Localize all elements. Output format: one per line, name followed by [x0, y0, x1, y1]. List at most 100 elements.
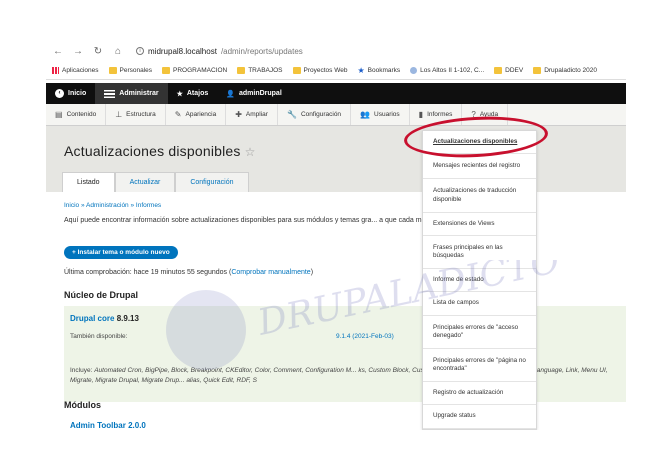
shortcut-star-icon[interactable]: ☆	[245, 145, 256, 159]
folder-icon	[533, 67, 542, 74]
tray-item-apariencia[interactable]: ✎ Apariencia	[166, 104, 227, 125]
appearance-icon: ✎	[174, 110, 182, 119]
toolbar-shortcuts[interactable]: ★ Atajos	[168, 83, 218, 104]
forward-icon[interactable]: →	[72, 46, 84, 57]
menu-icon	[104, 89, 116, 98]
wrench-icon: 🔧	[286, 110, 297, 119]
toolbar-manage-label: Administrar	[119, 90, 159, 97]
menu-item-top-searches[interactable]: Frases principales en las búsquedas	[423, 236, 536, 270]
url-field[interactable]: i midrupal8.localhost/admin/reports/upda…	[136, 47, 303, 56]
bookmark-programacion[interactable]: PROGRAMACION	[162, 67, 227, 74]
tray-item-usuarios[interactable]: 👥 Usuarios	[351, 104, 410, 125]
last-check: Última comprobación: hace 19 minutos 55 …	[64, 269, 313, 276]
also-available-label: También disponible:	[70, 333, 128, 340]
toolbar-manage[interactable]: Administrar	[95, 83, 168, 104]
menu-item-field-list[interactable]: Lista de campos	[423, 292, 536, 316]
bookmark-personales[interactable]: Personales	[108, 67, 152, 74]
folder-icon	[108, 67, 117, 74]
globe-icon	[410, 67, 418, 74]
toolbar-shortcuts-label: Atajos	[186, 90, 209, 97]
admin-tray: ▤ Contenido ⊥ Estructura ✎ Apariencia ✚ Ampl…	[46, 104, 626, 126]
tray-item-ampliar[interactable]: ✚ Ampliar	[226, 104, 278, 125]
back-to-site-icon: ‹	[55, 89, 64, 98]
reports-dropdown: Actualizaciones disponibles Mensajes rec…	[422, 130, 537, 430]
tray-item-configuracion[interactable]: 🔧 Configuración	[278, 104, 352, 125]
includes-label: Incluye:	[70, 367, 93, 374]
extend-icon: ✚	[235, 110, 242, 119]
last-check-text: Última comprobación: hace 19 minutos 55 …	[64, 269, 232, 276]
install-button[interactable]: + Instalar tema o módulo nuevo	[64, 246, 178, 259]
toolbar-home[interactable]: ‹ Inicio	[46, 83, 95, 104]
toolbar-user-label: adminDrupal	[238, 90, 282, 97]
tray-item-contenido[interactable]: ▤ Contenido	[46, 104, 107, 125]
bookmark-label: Los Altos II 1-102, C...	[420, 67, 485, 74]
menu-item-views-plugins[interactable]: Extensiones de Views	[423, 213, 536, 236]
tab-configuracion[interactable]: Configuración	[175, 172, 249, 192]
tray-item-label: Usuarios	[374, 111, 400, 118]
folder-icon	[292, 67, 301, 74]
site-info-icon[interactable]: i	[136, 47, 144, 55]
main-content: Inicio » Administración » Informes Aquí …	[64, 202, 626, 430]
url-path: /admin/reports/updates	[220, 46, 303, 56]
user-icon: 👤	[226, 90, 235, 98]
tray-item-label: Estructura	[126, 111, 156, 118]
content-icon: ▤	[55, 110, 63, 119]
drupal-toolbar: ‹ Inicio Administrar ★ Atajos 👤 adminDru…	[46, 83, 626, 104]
bookmark-ddev[interactable]: DDEV	[494, 67, 523, 74]
core-heading: Núcleo de Drupal	[64, 290, 139, 300]
bookmark-label: Aplicaciones	[62, 67, 99, 74]
home-icon[interactable]: ⌂	[112, 46, 124, 57]
back-icon[interactable]: ←	[52, 46, 64, 57]
browser-window: ← → ↻ ⌂ i midrupal8.localhost/admin/repo…	[46, 40, 626, 430]
tab-listado[interactable]: Listado	[62, 172, 115, 192]
address-bar: ← → ↻ ⌂ i midrupal8.localhost/admin/repo…	[46, 40, 626, 62]
bookmark-label: TRABAJOS	[248, 67, 283, 74]
menu-item-access-denied[interactable]: Principales errores de "acceso denegado"	[423, 316, 536, 349]
users-icon: 👥	[360, 110, 371, 119]
module-row-partial[interactable]: Admin Toolbar 2.0.0	[70, 421, 146, 430]
tray-item-label: Configuración	[300, 111, 342, 118]
menu-item-upgrade-status[interactable]: Upgrade status	[423, 405, 536, 429]
bookmark-proyectos-web[interactable]: Proyectos Web	[292, 67, 347, 74]
core-status-box: Drupal core 8.9.13 También disponible: 9…	[64, 306, 626, 402]
menu-item-page-not-found[interactable]: Principales errores de "página no encont…	[423, 349, 536, 383]
bookmarks-bar: Aplicaciones Personales PROGRAMACION TRA…	[46, 62, 626, 80]
bookmark-aplicaciones[interactable]: Aplicaciones	[52, 67, 99, 74]
folder-icon	[237, 67, 246, 74]
tray-item-label: Apariencia	[185, 111, 217, 118]
core-version: 8.9.13	[116, 314, 139, 323]
check-manually-link[interactable]: Comprobar manualmente	[231, 269, 310, 276]
menu-item-recent-log[interactable]: Mensajes recientes del registro	[423, 154, 536, 180]
menu-item-update-log[interactable]: Registro de actualización	[423, 382, 536, 406]
bookmark-drupaladicto[interactable]: Drupaladicto 2020	[533, 67, 597, 74]
tab-actualizar[interactable]: Actualizar	[114, 172, 176, 192]
also-available-version[interactable]: 9.1.4 (2021-Feb-03)	[336, 333, 394, 340]
structure-icon: ⊥	[115, 110, 123, 119]
reports-icon: ▮	[418, 110, 424, 119]
tray-item-estructura[interactable]: ⊥ Estructura	[106, 104, 166, 125]
bookmark-label: PROGRAMACION	[173, 67, 228, 74]
bookmark-trabajos[interactable]: TRABAJOS	[237, 67, 283, 74]
toolbar-user[interactable]: 👤 adminDrupal	[217, 83, 291, 104]
core-name-link[interactable]: Drupal core	[70, 314, 114, 323]
toolbar-home-label: Inicio	[68, 90, 87, 97]
tray-item-label: Informes	[427, 111, 453, 118]
bookmark-label: DDEV	[505, 67, 524, 74]
intro-text: Aquí puede encontrar información sobre a…	[64, 217, 499, 224]
breadcrumb[interactable]: Inicio » Administración » Informes	[64, 202, 624, 209]
folder-icon	[494, 67, 503, 74]
modules-heading: Módulos	[64, 400, 101, 410]
tray-item-label: Ampliar	[245, 111, 268, 118]
tray-item-label: Contenido	[66, 111, 97, 118]
page-title-text: Actualizaciones disponibles	[64, 143, 241, 159]
star-icon: ★	[357, 66, 365, 75]
menu-item-status-report[interactable]: Informe de estado	[423, 269, 536, 293]
includes-list: Incluye: Automated Cron, BigPipe, Block,…	[70, 366, 626, 386]
bookmark-los-altos[interactable]: Los Altos II 1-102, C...	[410, 67, 484, 74]
core-project: Drupal core 8.9.13	[70, 314, 139, 323]
menu-item-translation-updates[interactable]: Actualizaciones de traducción disponible	[423, 179, 536, 213]
bookmark-bookmarks[interactable]: ★ Bookmarks	[357, 66, 400, 75]
reload-icon[interactable]: ↻	[92, 46, 104, 57]
last-check-suffix: )	[310, 269, 314, 276]
folder-icon	[162, 67, 171, 74]
